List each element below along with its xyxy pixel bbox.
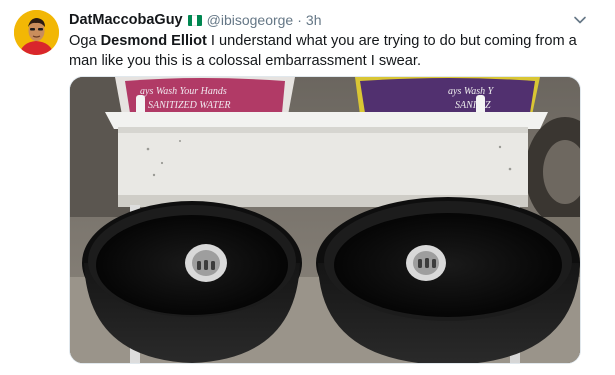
tweet-card[interactable]: DatMaccobaGuy @ibisogeorge · 3h Oga Desm… (0, 0, 615, 375)
bucket-label-4: SANITIZ (455, 100, 491, 111)
author-name[interactable]: DatMaccobaGuy (69, 12, 183, 28)
tweet-header: DatMaccobaGuy @ibisogeorge · 3h (69, 11, 321, 29)
avatar[interactable] (14, 10, 59, 55)
bucket-label-3: ays Wash Y (448, 86, 495, 97)
tweet-photo[interactable]: ays Wash Your Hands SANITIZED WATER ays … (69, 76, 581, 364)
tweet-text-start: Oga (69, 33, 101, 49)
separator-dot: · (297, 12, 302, 28)
timestamp[interactable]: 3h (306, 12, 322, 28)
author-handle[interactable]: @ibisogeorge (207, 12, 294, 28)
mention-name: Desmond Elliot (100, 33, 207, 49)
chevron-down-icon[interactable] (573, 12, 587, 24)
flag-stripe-right (196, 14, 202, 26)
tweet-text: Oga Desmond Elliot I understand what you… (69, 32, 589, 71)
nigeria-flag-icon (187, 14, 202, 26)
bucket-label-2: SANITIZED WATER (148, 100, 231, 111)
bucket-label-1: ays Wash Your Hands (140, 86, 227, 97)
